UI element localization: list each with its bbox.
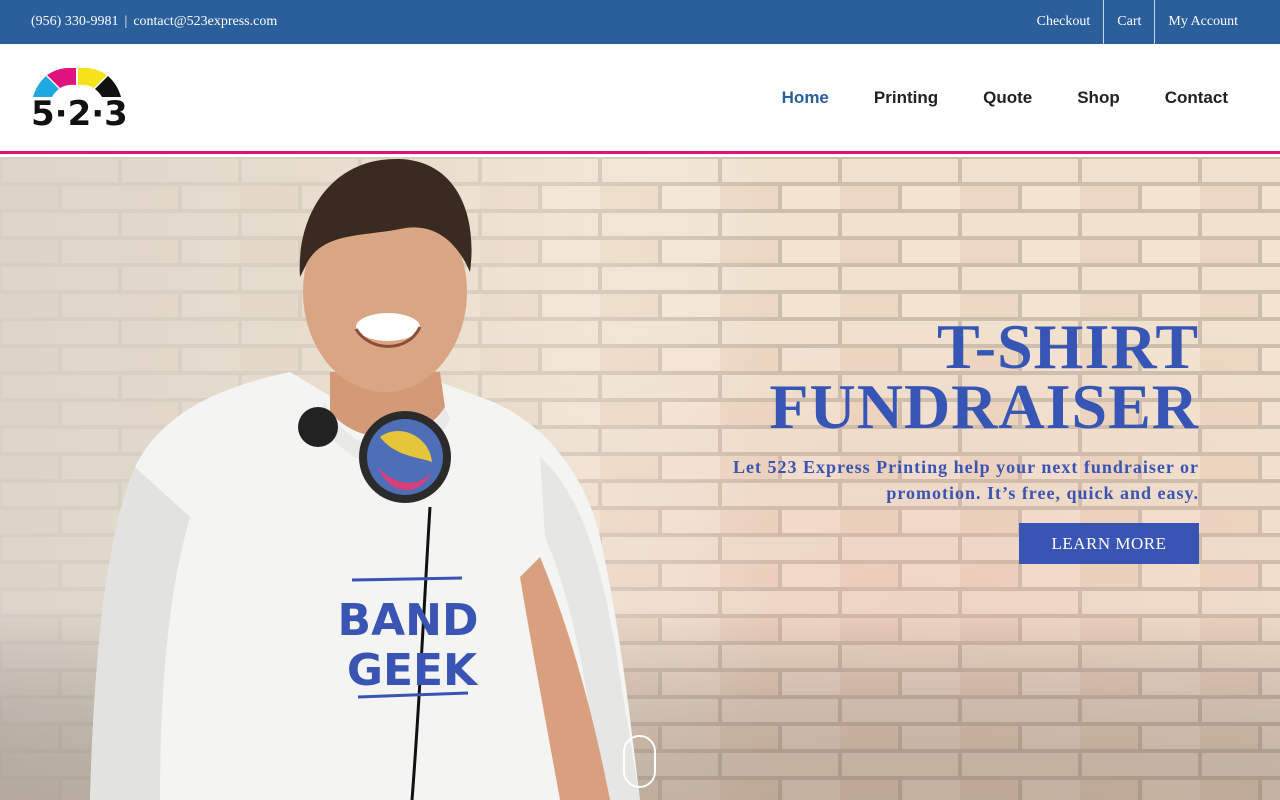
nav-shop[interactable]: Shop <box>1077 88 1120 108</box>
nav-printing[interactable]: Printing <box>874 88 938 108</box>
contact-info: (956) 330-9981 | contact@523express.com <box>31 14 277 30</box>
scroll-down-icon[interactable] <box>623 735 656 788</box>
main-nav: Home Printing Quote Shop Contact <box>737 88 1228 108</box>
nav-quote[interactable]: Quote <box>983 88 1032 108</box>
shirt-print-line1: BAND <box>338 595 479 646</box>
logo-text: 5·2·3 <box>31 94 128 134</box>
shirt-print-line2: GEEK <box>347 645 479 696</box>
nav-home[interactable]: Home <box>782 88 829 108</box>
top-utility-bar: (956) 330-9981 | contact@523express.com Ch… <box>0 0 1280 44</box>
my-account-link[interactable]: My Account <box>1154 0 1251 44</box>
checkout-link[interactable]: Checkout <box>1024 0 1104 44</box>
email-link[interactable]: contact@523express.com <box>133 14 277 29</box>
hero-banner: BAND GEEK T-SHIRT FUNDRAISER Let 523 Exp… <box>0 157 1280 800</box>
hero-title: T-SHIRT FUNDRAISER <box>769 315 1199 439</box>
site-logo[interactable]: 5·2·3 <box>31 68 128 134</box>
hero-subtitle: Let 523 Express Printing help your next … <box>732 457 1199 503</box>
utility-links: Checkout Cart My Account <box>1024 0 1251 44</box>
learn-more-button[interactable]: LEARN MORE <box>1019 523 1199 564</box>
cart-link[interactable]: Cart <box>1103 0 1154 44</box>
phone-link[interactable]: (956) 330-9981 <box>31 14 119 29</box>
nav-contact[interactable]: Contact <box>1165 88 1228 108</box>
hero-title-line2: FUNDRAISER <box>769 371 1199 442</box>
contact-separator: | <box>124 14 128 29</box>
site-header: 5·2·3 Home Printing Quote Shop Contact <box>0 44 1280 154</box>
